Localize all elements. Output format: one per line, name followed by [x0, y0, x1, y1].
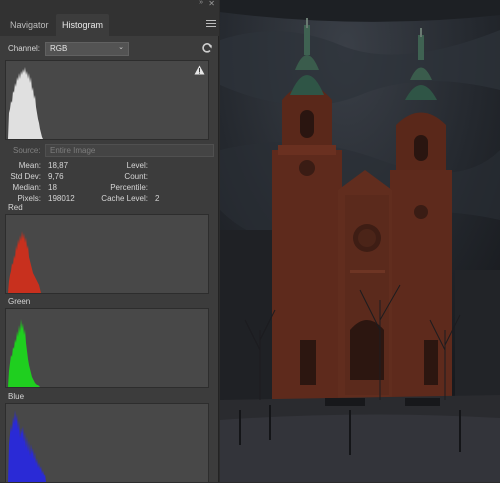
stat-pixels-label: Pixels:	[17, 194, 41, 203]
refresh-icon[interactable]	[201, 42, 213, 54]
histogram-panel: » ✕ Navigator Histogram Channel: RGB ⌄ S…	[0, 0, 219, 483]
histogram-blue-fill	[8, 410, 46, 482]
source-value: Entire Image	[50, 146, 96, 155]
stat-mean-value: 18,87	[48, 161, 69, 170]
stat-stddev-value: 9,76	[48, 172, 64, 181]
stat-mean-label: Mean:	[18, 161, 41, 170]
channel-label: Channel:	[8, 44, 41, 53]
tab-histogram[interactable]: Histogram	[56, 14, 110, 36]
panel-menu-icon[interactable]	[206, 20, 216, 29]
histogram-green	[5, 308, 209, 388]
channel-value: RGB	[50, 44, 68, 53]
church-photo-image	[220, 0, 500, 482]
histogram-blue-graph	[8, 410, 46, 482]
stat-stddev-label: Std Dev:	[10, 172, 41, 181]
green-channel-label: Green	[8, 297, 31, 306]
histogram-rgb-graph	[8, 67, 43, 139]
histogram-blue	[5, 403, 209, 483]
double-arrow-icon[interactable]: »	[199, 0, 203, 6]
histogram-green-fill	[8, 319, 40, 387]
church-photo	[220, 0, 500, 482]
panel-top-strip: » ✕	[0, 0, 219, 8]
tab-navigator[interactable]: Navigator	[4, 14, 55, 36]
histogram-rgb-fill	[8, 67, 43, 139]
stat-cache-level-value: 2	[155, 194, 160, 203]
tab-bar: Navigator Histogram	[0, 8, 219, 36]
close-icon[interactable]: ✕	[208, 0, 215, 8]
histogram-red-fill	[8, 231, 41, 293]
stat-level-label: Level:	[126, 161, 148, 170]
source-select[interactable]: Entire Image	[45, 144, 214, 157]
source-label: Source:	[13, 146, 41, 155]
stat-cache-level-label: Cache Level:	[101, 194, 148, 203]
histogram-red	[5, 214, 209, 294]
warning-icon	[194, 65, 205, 75]
histogram-red-graph	[8, 231, 41, 293]
red-channel-label: Red	[8, 203, 23, 212]
stat-median-label: Median:	[12, 183, 41, 192]
channel-select[interactable]: RGB ⌄	[45, 42, 129, 56]
stat-percentile-label: Percentile:	[110, 183, 148, 192]
histogram-green-graph	[8, 319, 40, 387]
blue-channel-label: Blue	[8, 392, 25, 401]
stat-count-label: Count:	[124, 172, 148, 181]
histogram-rgb	[5, 60, 209, 140]
chevron-down-icon: ⌄	[118, 44, 124, 51]
stat-median-value: 18	[48, 183, 57, 192]
stat-pixels-value: 198012	[48, 194, 75, 203]
